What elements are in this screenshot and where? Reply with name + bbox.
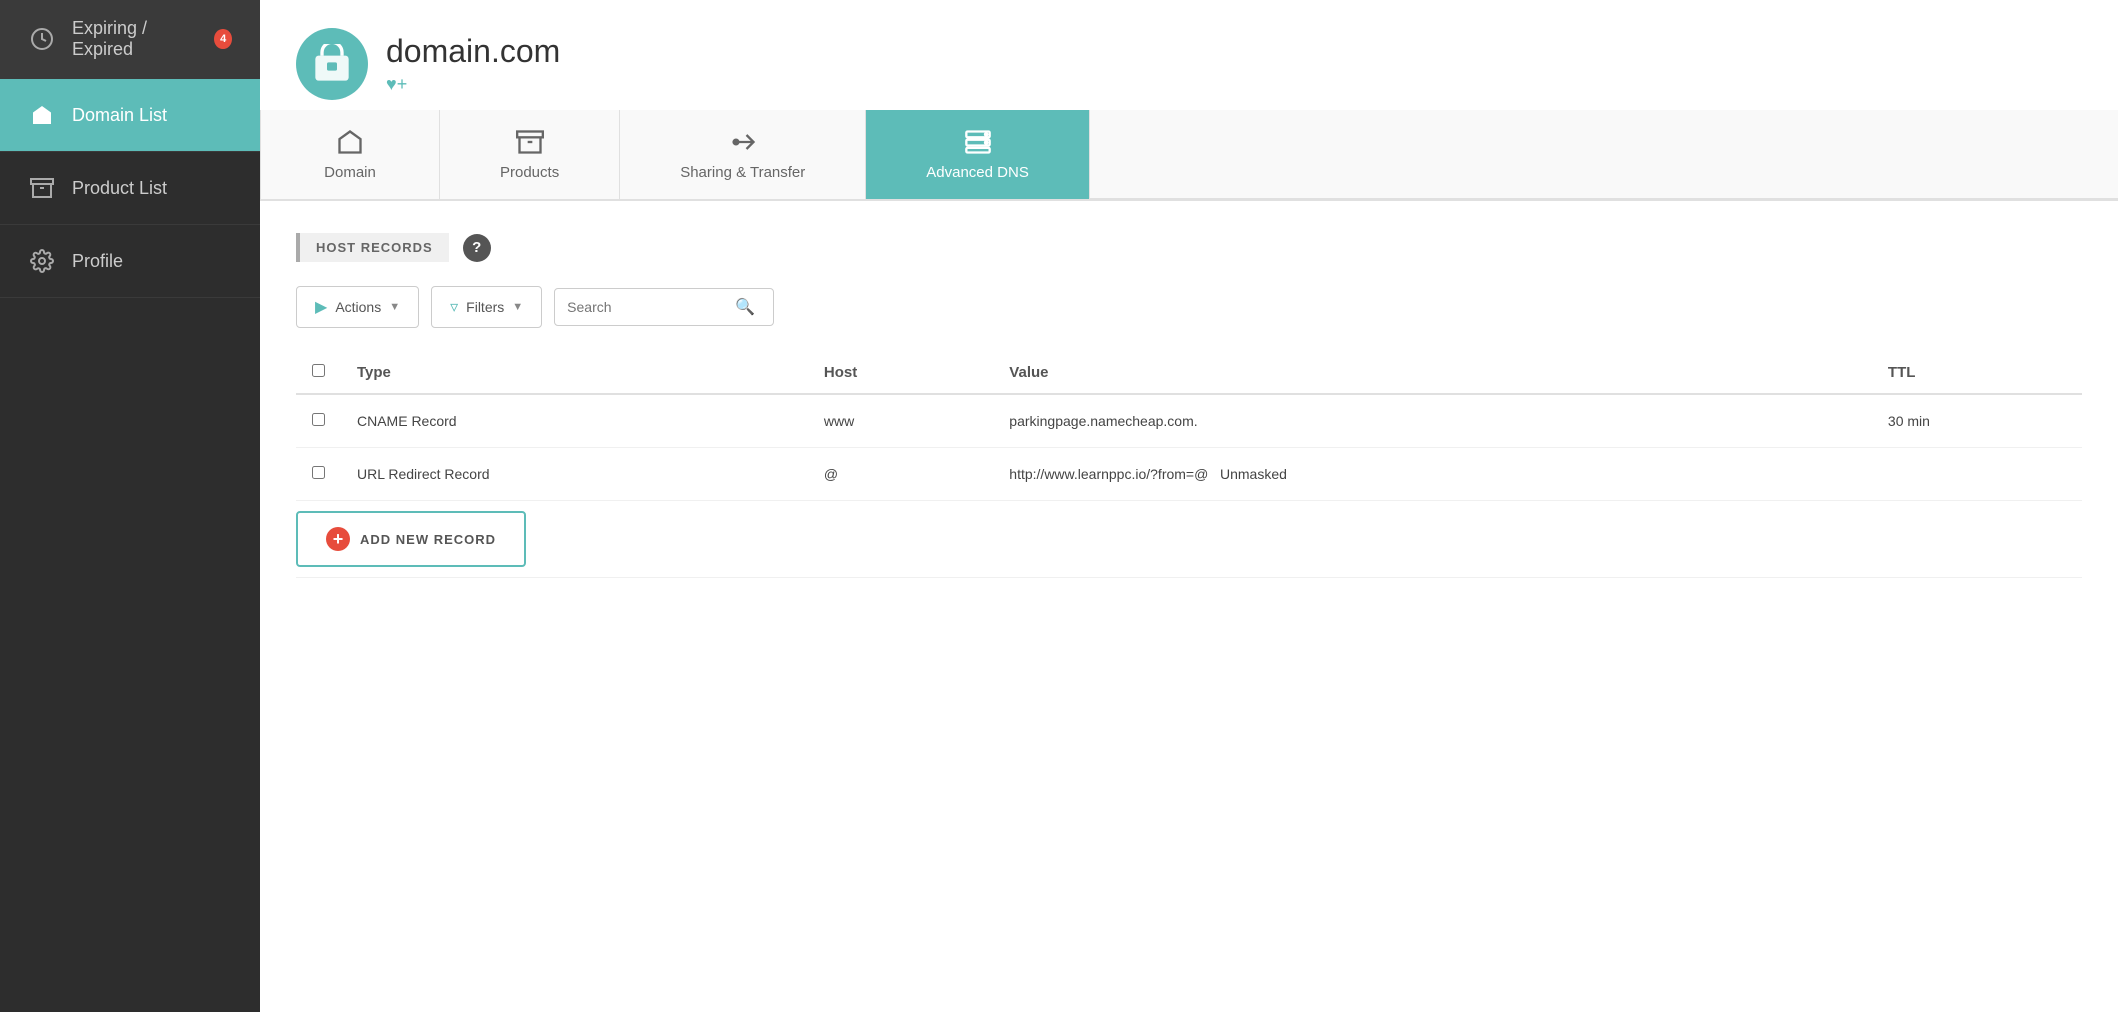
row2-value-type: Unmasked bbox=[1220, 466, 1287, 482]
add-record-label: ADD NEW RECORD bbox=[360, 532, 496, 547]
row1-value: parkingpage.namecheap.com. bbox=[993, 394, 1872, 448]
add-record-cell: + ADD NEW RECORD bbox=[296, 501, 2082, 578]
add-new-record-button[interactable]: + ADD NEW RECORD bbox=[296, 511, 526, 567]
actions-button[interactable]: ▶ Actions ▼ bbox=[296, 286, 419, 328]
home-icon bbox=[28, 101, 56, 129]
dns-tab-icon bbox=[964, 128, 992, 156]
domain-header: domain.com ♥+ bbox=[260, 0, 2118, 110]
sidebar-item-label: Product List bbox=[72, 178, 167, 199]
select-all-header bbox=[296, 352, 341, 394]
col-value: Value bbox=[993, 352, 1872, 394]
sidebar-item-domain-list[interactable]: Domain List bbox=[0, 79, 260, 152]
row1-ttl: 30 min bbox=[1872, 394, 2082, 448]
sidebar-item-label: Expiring / Expired bbox=[72, 18, 196, 60]
row2-value-url: http://www.learnppc.io/?from=@ bbox=[1009, 466, 1208, 482]
tab-advanced-dns[interactable]: Advanced DNS bbox=[866, 110, 1090, 199]
row1-type: CNAME Record bbox=[341, 394, 808, 448]
favorite-icon[interactable]: ♥+ bbox=[386, 74, 560, 95]
search-icon: 🔍 bbox=[735, 297, 755, 317]
table-body: CNAME Record www parkingpage.namecheap.c… bbox=[296, 394, 2082, 578]
expiring-badge: 4 bbox=[214, 29, 232, 49]
tabs: Domain Products Sharing & Transfer bbox=[260, 110, 2118, 201]
help-icon[interactable]: ? bbox=[463, 234, 491, 262]
tab-domain[interactable]: Domain bbox=[260, 110, 440, 199]
gear-icon bbox=[28, 247, 56, 275]
add-icon: + bbox=[326, 527, 350, 551]
row2-checkbox-cell bbox=[296, 448, 341, 501]
col-type: Type bbox=[341, 352, 808, 394]
box-icon bbox=[28, 174, 56, 202]
row1-checkbox[interactable] bbox=[312, 413, 325, 426]
table-row: URL Redirect Record @ http://www.learnpp… bbox=[296, 448, 2082, 501]
domain-name: domain.com bbox=[386, 33, 560, 70]
sidebar-item-product-list[interactable]: Product List bbox=[0, 152, 260, 225]
section-label: HOST RECORDS bbox=[296, 233, 449, 262]
row2-host: @ bbox=[808, 448, 993, 501]
col-ttl: TTL bbox=[1872, 352, 2082, 394]
add-record-row: + ADD NEW RECORD bbox=[296, 501, 2082, 578]
table-row: CNAME Record www parkingpage.namecheap.c… bbox=[296, 394, 2082, 448]
filter-icon: ▿ bbox=[450, 297, 458, 317]
tab-advanced-dns-label: Advanced DNS bbox=[926, 164, 1029, 181]
search-input[interactable] bbox=[567, 299, 727, 315]
sharing-tab-icon bbox=[729, 128, 757, 156]
col-host: Host bbox=[808, 352, 993, 394]
main-content: domain.com ♥+ Domain Products Sharing & bbox=[260, 0, 2118, 1012]
records-table: Type Host Value TTL CNAME Record www par… bbox=[296, 352, 2082, 578]
sidebar-item-profile[interactable]: Profile bbox=[0, 225, 260, 298]
tab-products-label: Products bbox=[500, 164, 559, 181]
clock-icon bbox=[28, 25, 56, 53]
tab-products[interactable]: Products bbox=[440, 110, 620, 199]
row2-checkbox[interactable] bbox=[312, 466, 325, 479]
search-box[interactable]: 🔍 bbox=[554, 288, 774, 326]
section-header: HOST RECORDS ? bbox=[296, 233, 2082, 262]
sidebar-item-label: Profile bbox=[72, 251, 123, 272]
tab-sharing-transfer[interactable]: Sharing & Transfer bbox=[620, 110, 866, 199]
tab-domain-label: Domain bbox=[324, 164, 376, 181]
row1-host: www bbox=[808, 394, 993, 448]
sidebar: Expiring / Expired 4 Domain List Product… bbox=[0, 0, 260, 1012]
filters-label: Filters bbox=[466, 299, 504, 315]
row2-type: URL Redirect Record bbox=[341, 448, 808, 501]
home-tab-icon bbox=[336, 128, 364, 156]
filters-chevron-icon: ▼ bbox=[512, 301, 523, 313]
toolbar: ▶ Actions ▼ ▿ Filters ▼ 🔍 bbox=[296, 286, 2082, 328]
tab-sharing-label: Sharing & Transfer bbox=[680, 164, 805, 181]
row2-value: http://www.learnppc.io/?from=@ Unmasked bbox=[993, 448, 1872, 501]
filters-button[interactable]: ▿ Filters ▼ bbox=[431, 286, 542, 328]
tab-spacer bbox=[1090, 110, 2118, 199]
table-header: Type Host Value TTL bbox=[296, 352, 2082, 394]
sidebar-item-label: Domain List bbox=[72, 105, 167, 126]
domain-title-area: domain.com ♥+ bbox=[386, 33, 560, 95]
row1-checkbox-cell bbox=[296, 394, 341, 448]
products-tab-icon bbox=[516, 128, 544, 156]
actions-label: Actions bbox=[335, 299, 381, 315]
play-icon: ▶ bbox=[315, 297, 327, 317]
row2-ttl bbox=[1872, 448, 2082, 501]
select-all-checkbox[interactable] bbox=[312, 364, 325, 377]
actions-chevron-icon: ▼ bbox=[389, 301, 400, 313]
content-area: HOST RECORDS ? ▶ Actions ▼ ▿ Filters ▼ 🔍 bbox=[260, 201, 2118, 1012]
sidebar-item-expiring[interactable]: Expiring / Expired 4 bbox=[0, 0, 260, 79]
domain-avatar bbox=[296, 28, 368, 100]
